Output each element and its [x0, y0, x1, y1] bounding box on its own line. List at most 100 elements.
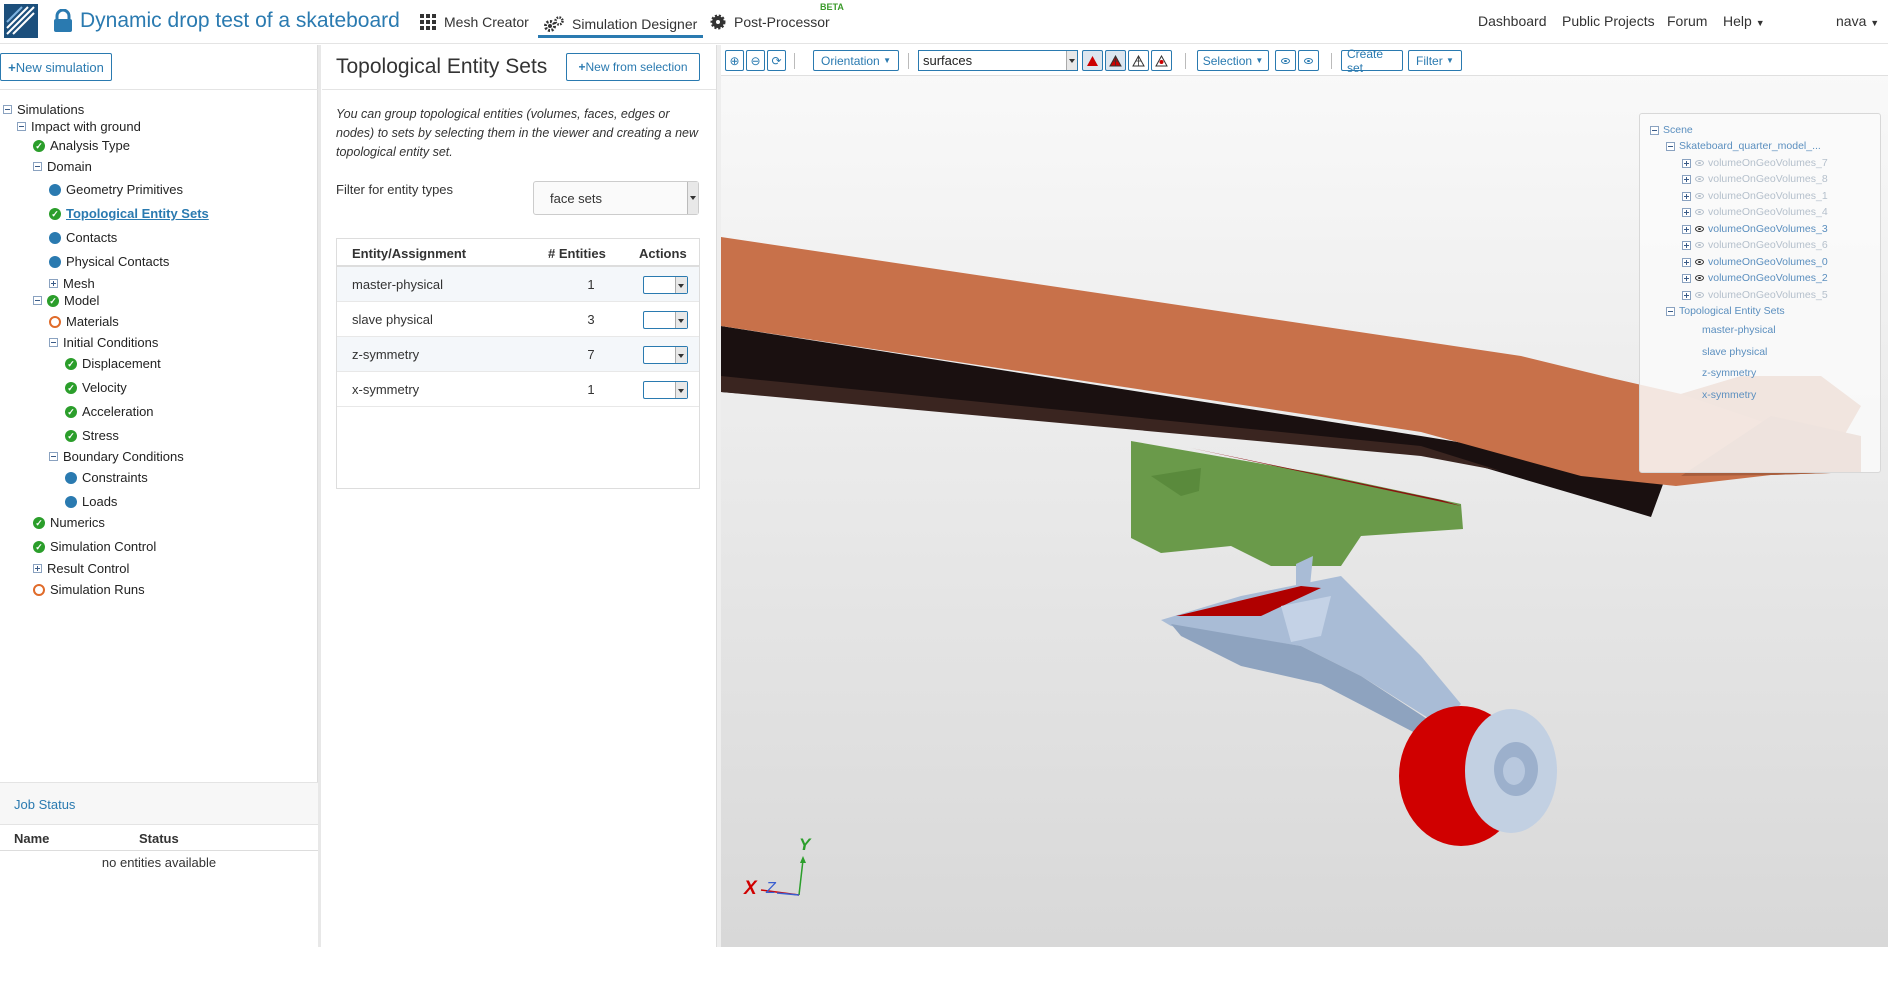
new-from-selection-button[interactable]: + New from selection	[566, 53, 700, 81]
expand-icon[interactable]	[1682, 191, 1691, 201]
hide-selection-button[interactable]	[1275, 50, 1296, 71]
collapse-icon[interactable]	[49, 338, 58, 347]
scene-node[interactable]: Scene	[1650, 124, 1693, 136]
tree-node-displacement[interactable]: ✓ Displacement	[65, 356, 161, 371]
volume-node[interactable]: volumeOnGeoVolumes_0	[1682, 256, 1828, 268]
tree-node-domain[interactable]: Domain	[33, 159, 92, 174]
actions-dropdown[interactable]	[643, 346, 688, 364]
eye-icon[interactable]	[1695, 292, 1704, 298]
actions-dropdown[interactable]	[643, 311, 688, 329]
tree-node-impact-with-ground[interactable]: Impact with ground	[17, 119, 141, 134]
tree-node-numerics[interactable]: ✓ Numerics	[33, 515, 105, 530]
collapse-icon[interactable]	[1666, 141, 1675, 151]
volume-node[interactable]: volumeOnGeoVolumes_3	[1682, 223, 1828, 235]
tes-item[interactable]: slave physical	[1702, 346, 1767, 358]
expand-icon[interactable]	[1682, 224, 1691, 234]
volume-node[interactable]: volumeOnGeoVolumes_8	[1682, 173, 1828, 185]
points-mode-button[interactable]	[1151, 50, 1172, 71]
expand-icon[interactable]	[1682, 240, 1691, 250]
eye-icon[interactable]	[1695, 259, 1704, 265]
nav-forum[interactable]: Forum	[1667, 13, 1707, 29]
volume-node[interactable]: volumeOnGeoVolumes_6	[1682, 239, 1828, 251]
eye-icon[interactable]	[1695, 226, 1704, 232]
collapse-icon[interactable]	[17, 122, 26, 131]
tree-node-contacts[interactable]: Contacts	[49, 230, 117, 245]
surface-edges-mode-button[interactable]	[1105, 50, 1126, 71]
nav-post-processor[interactable]: Post-Processor	[710, 11, 830, 33]
tree-node-simulations[interactable]: Simulations	[3, 102, 84, 117]
eye-icon[interactable]	[1695, 160, 1704, 166]
tree-node-simulation-control[interactable]: ✓ Simulation Control	[33, 539, 156, 554]
collapse-icon[interactable]	[3, 105, 12, 114]
volume-node[interactable]: volumeOnGeoVolumes_7	[1682, 157, 1828, 169]
tree-node-geometry-primitives[interactable]: Geometry Primitives	[49, 182, 183, 197]
tes-item[interactable]: master-physical	[1702, 324, 1776, 336]
show-all-button[interactable]	[1298, 50, 1319, 71]
expand-icon[interactable]	[1682, 290, 1691, 300]
tree-node-acceleration[interactable]: ✓ Acceleration	[65, 404, 154, 419]
eye-icon[interactable]	[1695, 275, 1704, 281]
tes-item[interactable]: z-symmetry	[1702, 367, 1756, 379]
collapse-icon[interactable]	[1650, 125, 1659, 135]
expand-icon[interactable]	[1682, 207, 1691, 217]
eye-icon[interactable]	[1695, 242, 1704, 248]
actions-dropdown[interactable]	[643, 381, 688, 399]
render-mode-select[interactable]: surfaces	[918, 50, 1078, 71]
collapse-icon[interactable]	[1666, 306, 1675, 316]
create-set-button[interactable]: Create set	[1341, 47, 1403, 75]
orientation-dropdown[interactable]: Orientation ▼	[813, 50, 899, 71]
tree-node-stress[interactable]: ✓ Stress	[65, 428, 119, 443]
nav-dashboard[interactable]: Dashboard	[1478, 13, 1547, 29]
collapse-icon[interactable]	[33, 162, 42, 171]
tree-node-loads[interactable]: Loads	[65, 494, 117, 509]
nav-mesh-creator[interactable]: Mesh Creator	[420, 11, 529, 33]
tree-node-topological-entity-sets[interactable]: ✓ Topological Entity Sets	[49, 206, 209, 221]
collapse-icon[interactable]	[49, 452, 58, 461]
tree-node-simulation-runs[interactable]: Simulation Runs	[33, 582, 145, 597]
tree-node-initial-conditions[interactable]: Initial Conditions	[49, 335, 158, 350]
tree-node-constraints[interactable]: Constraints	[65, 470, 148, 485]
expand-icon[interactable]	[1682, 273, 1691, 283]
selection-dropdown[interactable]: Selection ▼	[1197, 50, 1269, 71]
tree-node-analysis-type[interactable]: ✓ Analysis Type	[33, 138, 130, 153]
expand-icon[interactable]	[1682, 257, 1691, 267]
volume-node[interactable]: volumeOnGeoVolumes_2	[1682, 272, 1828, 284]
tree-node-physical-contacts[interactable]: Physical Contacts	[49, 254, 169, 269]
tree-node-velocity[interactable]: ✓ Velocity	[65, 380, 127, 395]
table-row[interactable]: x-symmetry 1	[337, 372, 699, 407]
table-row[interactable]: master-physical 1	[337, 267, 699, 302]
volume-node[interactable]: volumeOnGeoVolumes_1	[1682, 190, 1828, 202]
table-row[interactable]: z-symmetry 7	[337, 337, 699, 372]
volume-node[interactable]: volumeOnGeoVolumes_4	[1682, 206, 1828, 218]
panel-resize-handle[interactable]	[318, 45, 321, 947]
tree-node-model[interactable]: ✓ Model	[33, 293, 99, 308]
tes-group-node[interactable]: Topological Entity Sets	[1666, 305, 1785, 317]
zoom-out-button[interactable]: ⊖	[746, 50, 765, 71]
zoom-in-button[interactable]: ⊕	[725, 50, 744, 71]
expand-icon[interactable]	[1682, 158, 1691, 168]
tree-node-boundary-conditions[interactable]: Boundary Conditions	[49, 449, 184, 464]
nav-help[interactable]: Help ▼	[1723, 13, 1765, 29]
actions-dropdown[interactable]	[643, 276, 688, 294]
volume-node[interactable]: volumeOnGeoVolumes_5	[1682, 289, 1828, 301]
3d-viewer[interactable]: ⊕ ⊖ ⟳ Orientation ▼ surfaces Selection ▼…	[721, 45, 1888, 947]
user-menu[interactable]: nava ▼	[1836, 13, 1879, 29]
tree-node-result-control[interactable]: Result Control	[33, 561, 129, 576]
simscale-logo[interactable]	[4, 4, 38, 38]
tes-item[interactable]: x-symmetry	[1702, 389, 1756, 401]
nav-simulation-designer[interactable]: Simulation Designer	[538, 4, 704, 38]
expand-icon[interactable]	[33, 564, 42, 573]
surface-mode-button[interactable]	[1082, 50, 1103, 71]
filter-dropdown[interactable]: Filter ▼	[1408, 50, 1462, 71]
tree-node-materials[interactable]: Materials	[49, 314, 119, 329]
eye-icon[interactable]	[1695, 176, 1704, 182]
model-node[interactable]: Skateboard_quarter_model_...	[1666, 140, 1821, 152]
collapse-icon[interactable]	[33, 296, 42, 305]
eye-icon[interactable]	[1695, 193, 1704, 199]
expand-icon[interactable]	[49, 279, 58, 288]
table-row[interactable]: slave physical 3	[337, 302, 699, 337]
expand-icon[interactable]	[1682, 174, 1691, 184]
reset-view-button[interactable]: ⟳	[767, 50, 786, 71]
tree-node-mesh[interactable]: Mesh	[49, 276, 95, 291]
entity-type-filter-select[interactable]: face sets	[533, 181, 699, 215]
